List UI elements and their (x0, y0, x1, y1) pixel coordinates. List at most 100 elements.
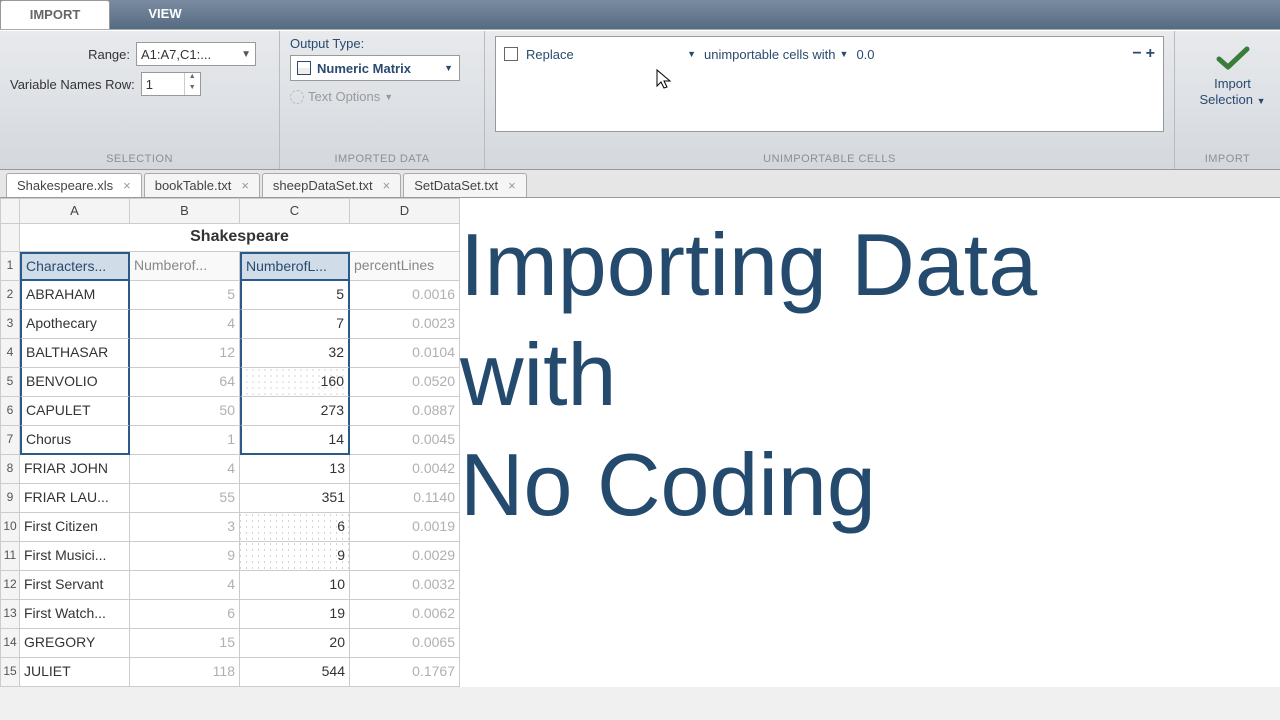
data-cell[interactable]: 0.0029 (350, 542, 460, 571)
replace-value-field[interactable]: 0.0 (856, 47, 1124, 62)
data-cell[interactable]: 0.0065 (350, 629, 460, 658)
replace-action-dropdown[interactable]: Replace ▼ (526, 47, 696, 62)
data-cell[interactable]: 118 (130, 658, 240, 687)
data-cell[interactable]: 0.0045 (350, 426, 460, 455)
data-cell[interactable]: 10 (240, 571, 350, 600)
data-cell[interactable]: First Citizen (20, 513, 130, 542)
data-cell[interactable]: CAPULET (20, 397, 130, 426)
range-dropdown[interactable]: A1:A7,C1:... ▼ (136, 42, 256, 66)
data-cell[interactable]: 4 (130, 455, 240, 484)
row-header[interactable]: 12 (0, 571, 20, 600)
file-tab[interactable]: sheepDataSet.txt× (262, 173, 401, 197)
col-header[interactable]: B (130, 198, 240, 224)
data-cell[interactable]: 0.0104 (350, 339, 460, 368)
col-header[interactable]: C (240, 198, 350, 224)
row-header[interactable]: 3 (0, 310, 20, 339)
data-cell[interactable]: 7 (240, 310, 350, 339)
minus-icon[interactable]: − (1132, 45, 1141, 63)
varnames-spinner[interactable]: 1 ▲▼ (141, 72, 201, 96)
close-icon[interactable]: × (123, 178, 131, 193)
replace-target-dropdown[interactable]: unimportable cells with ▼ (704, 47, 848, 62)
row-header[interactable]: 2 (0, 281, 20, 310)
data-cell[interactable]: 20 (240, 629, 350, 658)
data-cell[interactable]: 0.0042 (350, 455, 460, 484)
data-cell[interactable]: 13 (240, 455, 350, 484)
data-cell[interactable]: 160 (240, 368, 350, 397)
data-cell[interactable]: 64 (130, 368, 240, 397)
data-cell[interactable]: 0.1767 (350, 658, 460, 687)
data-cell[interactable]: 0.0019 (350, 513, 460, 542)
data-cell[interactable]: 0.0016 (350, 281, 460, 310)
row-header[interactable]: 13 (0, 600, 20, 629)
data-cell[interactable]: 4 (130, 571, 240, 600)
row-header[interactable]: 15 (0, 658, 20, 687)
column-name-cell[interactable]: Numberof... (130, 252, 240, 281)
data-cell[interactable]: 3 (130, 513, 240, 542)
column-name-cell[interactable]: NumberofL... (240, 252, 350, 281)
close-icon[interactable]: × (508, 178, 516, 193)
col-header[interactable]: A (20, 198, 130, 224)
col-header[interactable]: D (350, 198, 460, 224)
close-icon[interactable]: × (241, 178, 249, 193)
caret-up-icon[interactable]: ▲ (185, 73, 200, 84)
data-cell[interactable]: First Watch... (20, 600, 130, 629)
data-cell[interactable]: 0.0062 (350, 600, 460, 629)
data-cell[interactable]: 6 (130, 600, 240, 629)
data-cell[interactable]: 273 (240, 397, 350, 426)
data-cell[interactable]: Chorus (20, 426, 130, 455)
data-cell[interactable]: 6 (240, 513, 350, 542)
replace-checkbox[interactable] (504, 47, 518, 61)
data-cell[interactable]: 0.0520 (350, 368, 460, 397)
data-cell[interactable]: 15 (130, 629, 240, 658)
tab-import[interactable]: IMPORT (0, 0, 110, 29)
data-cell[interactable]: 0.1140 (350, 484, 460, 513)
row-header[interactable]: 4 (0, 339, 20, 368)
tab-view[interactable]: VIEW (110, 0, 220, 29)
row-header[interactable]: 6 (0, 397, 20, 426)
row-header[interactable]: 5 (0, 368, 20, 397)
file-tab[interactable]: bookTable.txt× (144, 173, 260, 197)
data-cell[interactable]: JULIET (20, 658, 130, 687)
data-cell[interactable]: FRIAR LAU... (20, 484, 130, 513)
import-selection-button[interactable]: Import Selection ▼ (1185, 36, 1280, 115)
data-cell[interactable]: 5 (240, 281, 350, 310)
data-cell[interactable]: 55 (130, 484, 240, 513)
data-cell[interactable]: BALTHASAR (20, 339, 130, 368)
row-header[interactable]: 7 (0, 426, 20, 455)
data-cell[interactable]: 544 (240, 658, 350, 687)
column-name-cell[interactable]: Characters... (20, 252, 130, 281)
data-cell[interactable]: 351 (240, 484, 350, 513)
row-header[interactable]: 11 (0, 542, 20, 571)
row-header[interactable]: 1 (0, 252, 20, 281)
column-name-cell[interactable]: percentLines (350, 252, 460, 281)
data-cell[interactable]: First Servant (20, 571, 130, 600)
data-cell[interactable]: 50 (130, 397, 240, 426)
file-tab[interactable]: SetDataSet.txt× (403, 173, 526, 197)
row-header[interactable]: 10 (0, 513, 20, 542)
data-cell[interactable]: GREGORY (20, 629, 130, 658)
output-type-dropdown[interactable]: Numeric Matrix ▼ (290, 55, 460, 81)
data-cell[interactable]: 14 (240, 426, 350, 455)
data-cell[interactable]: 0.0023 (350, 310, 460, 339)
data-cell[interactable]: 12 (130, 339, 240, 368)
row-header[interactable]: 9 (0, 484, 20, 513)
data-cell[interactable]: BENVOLIO (20, 368, 130, 397)
data-cell[interactable]: 19 (240, 600, 350, 629)
row-header[interactable]: 8 (0, 455, 20, 484)
data-cell[interactable]: First Musici... (20, 542, 130, 571)
data-cell[interactable]: Apothecary (20, 310, 130, 339)
data-cell[interactable]: 0.0032 (350, 571, 460, 600)
data-cell[interactable]: 9 (130, 542, 240, 571)
data-cell[interactable]: FRIAR JOHN (20, 455, 130, 484)
plus-icon[interactable]: + (1146, 45, 1155, 63)
caret-down-icon[interactable]: ▼ (185, 84, 200, 95)
close-icon[interactable]: × (383, 178, 391, 193)
file-tab[interactable]: Shakespeare.xls× (6, 173, 142, 197)
data-cell[interactable]: 32 (240, 339, 350, 368)
data-cell[interactable]: ABRAHAM (20, 281, 130, 310)
data-cell[interactable]: 5 (130, 281, 240, 310)
data-cell[interactable]: 1 (130, 426, 240, 455)
data-cell[interactable]: 4 (130, 310, 240, 339)
data-cell[interactable]: 0.0887 (350, 397, 460, 426)
row-header[interactable]: 14 (0, 629, 20, 658)
